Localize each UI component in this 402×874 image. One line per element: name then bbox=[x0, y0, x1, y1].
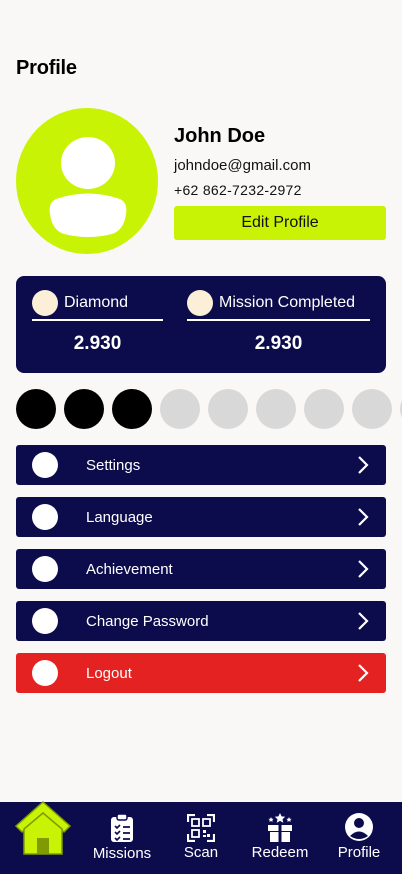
menu-item-label: Logout bbox=[86, 664, 132, 682]
mission-icon bbox=[187, 290, 213, 316]
user-circle-icon bbox=[345, 813, 373, 841]
bottom-nav: Missions Scan Redeem Profile bbox=[0, 800, 402, 874]
stat-label: Mission Completed bbox=[219, 294, 356, 311]
menu-item-achievement[interactable]: Achievement bbox=[16, 549, 386, 589]
menu-item-label: Settings bbox=[86, 456, 141, 474]
language-icon bbox=[32, 504, 58, 530]
menu-item-label: Change Password bbox=[86, 612, 209, 630]
progress-dot-empty bbox=[352, 389, 392, 429]
chevron-right-icon bbox=[358, 456, 369, 474]
progress-dot-filled bbox=[64, 389, 104, 429]
clipboard-icon bbox=[111, 813, 133, 842]
menu-item-label: Achievement bbox=[86, 560, 173, 578]
nav-label: Profile bbox=[337, 844, 381, 861]
stat-value: 2.930 bbox=[73, 333, 122, 354]
nav-label: Scan bbox=[183, 844, 219, 861]
nav-missions[interactable]: Missions bbox=[92, 802, 152, 874]
nav-home[interactable] bbox=[12, 798, 74, 858]
stat-value: 2.930 bbox=[254, 333, 303, 354]
user-phone: +62 862-7232-2972 bbox=[174, 182, 302, 198]
stat-label: Diamond bbox=[64, 294, 129, 311]
stat-missions-completed: Mission Completed 2.930 bbox=[187, 290, 370, 360]
chevron-right-icon bbox=[358, 664, 369, 682]
logout-icon bbox=[32, 660, 58, 686]
edit-profile-button[interactable]: Edit Profile bbox=[174, 206, 386, 240]
stat-diamond: Diamond 2.930 bbox=[32, 290, 163, 360]
nav-redeem[interactable]: Redeem bbox=[248, 802, 312, 874]
nav-profile[interactable]: Profile bbox=[334, 802, 384, 874]
achievement-icon bbox=[32, 556, 58, 582]
nav-scan[interactable]: Scan bbox=[181, 802, 221, 874]
settings-menu: Settings Language Achievement Change Pas… bbox=[16, 445, 386, 705]
menu-item-settings[interactable]: Settings bbox=[16, 445, 386, 485]
page-title: Profile bbox=[16, 57, 77, 79]
menu-item-language[interactable]: Language bbox=[16, 497, 386, 537]
chevron-right-icon bbox=[358, 508, 369, 526]
nav-label: Missions bbox=[92, 845, 152, 862]
lock-icon bbox=[32, 608, 58, 634]
progress-dot-empty bbox=[160, 389, 200, 429]
menu-item-change-password[interactable]: Change Password bbox=[16, 601, 386, 641]
home-icon bbox=[14, 800, 72, 855]
menu-item-label: Language bbox=[86, 508, 153, 526]
progress-dot-empty bbox=[304, 389, 344, 429]
user-name: John Doe bbox=[174, 125, 266, 147]
gift-icon bbox=[268, 813, 292, 842]
user-silhouette-icon bbox=[49, 137, 127, 237]
settings-icon bbox=[32, 452, 58, 478]
progress-dot-filled bbox=[16, 389, 56, 429]
avatar[interactable] bbox=[16, 108, 158, 254]
progress-dot-empty bbox=[208, 389, 248, 429]
stats-card: Diamond 2.930 Mission Completed 2.930 bbox=[16, 276, 386, 373]
nav-label: Redeem bbox=[251, 844, 309, 861]
chevron-right-icon bbox=[358, 612, 369, 630]
qr-code-icon bbox=[187, 814, 215, 842]
progress-dot-empty bbox=[256, 389, 296, 429]
progress-dots bbox=[16, 389, 402, 429]
progress-dot-filled bbox=[112, 389, 152, 429]
menu-item-logout[interactable]: Logout bbox=[16, 653, 386, 693]
diamond-icon bbox=[32, 290, 58, 316]
chevron-right-icon bbox=[358, 560, 369, 578]
user-email: johndoe@gmail.com bbox=[174, 157, 311, 174]
